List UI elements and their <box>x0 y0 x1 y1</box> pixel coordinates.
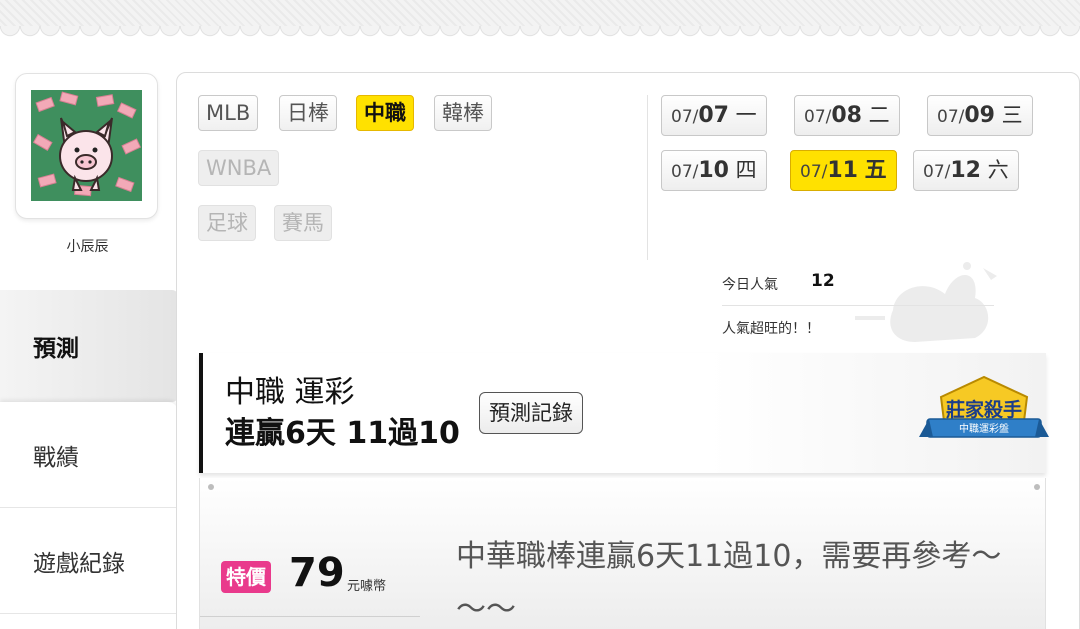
date-chip-0707[interactable]: 07/07 一 <box>661 95 767 136</box>
league-chip-wnba: WNBA <box>198 150 280 186</box>
date-chip-0711[interactable]: 07/11 五 <box>790 150 897 191</box>
price-divider <box>200 616 420 617</box>
league-chip-soccer: 足球 <box>198 205 256 241</box>
scalloped-edge <box>0 26 1080 40</box>
league-chip-npb[interactable]: 日棒 <box>279 95 337 131</box>
streak-title: 連贏6天 11過10 <box>225 416 460 451</box>
league-chip-mlb[interactable]: MLB <box>198 95 259 131</box>
prediction-record-button[interactable]: 預測記錄 <box>479 392 583 434</box>
league-chip-cpbl[interactable]: 中職 <box>356 95 414 131</box>
pig-avatar-icon <box>31 90 142 201</box>
popularity-label: 今日人氣 <box>722 277 778 293</box>
filter-divider <box>647 95 648 260</box>
sidebar-item-game-history[interactable]: 遊戲紀錄 <box>0 508 178 614</box>
league-chip-kbo[interactable]: 韓棒 <box>434 95 492 131</box>
decorative-splash-icon <box>855 262 997 342</box>
league-chip-horse-racing: 賽馬 <box>274 205 332 241</box>
date-chip-0708[interactable]: 07/08 二 <box>794 95 900 136</box>
date-chip-0709[interactable]: 07/09 三 <box>927 95 1033 136</box>
popularity-divider <box>722 305 994 306</box>
date-chip-0710[interactable]: 07/10 四 <box>661 150 767 191</box>
username: 小辰辰 <box>66 239 109 255</box>
pin-dot-right <box>1034 484 1040 490</box>
badge-main-text: 莊家殺手 <box>946 398 1022 421</box>
badge-sub-text: 中職運彩盤 <box>959 422 1009 435</box>
offer-panel: 特價 79 元噱幣 中華職棒連贏6天11過10，需要再參考～～～ <box>199 478 1046 629</box>
bookie-killer-badge-icon: 莊家殺手 中職運彩盤 <box>919 375 1049 438</box>
offer-description[interactable]: 中華職棒連贏6天11過10，需要再參考～～～ <box>456 530 1026 629</box>
special-price-tag: 特價 <box>221 561 271 593</box>
sidebar-item-record[interactable]: 戰績 <box>0 402 178 508</box>
sidebar-item-prediction[interactable]: 預測 <box>0 290 178 402</box>
avatar <box>31 90 142 201</box>
date-chip-0712[interactable]: 07/12 六 <box>913 150 1019 191</box>
league-title: 中職 運彩 <box>225 375 355 410</box>
avatar-card[interactable] <box>15 73 158 219</box>
popularity-count: 12 <box>811 271 835 291</box>
sidebar-nav: 預測 戰績 遊戲紀錄 <box>0 290 178 614</box>
prediction-title-block: 中職 運彩 連贏6天 11過10 預測記錄 莊家殺手 中職運彩盤 <box>199 353 1049 473</box>
price-unit: 元噱幣 <box>347 579 387 594</box>
pin-dot-left <box>208 484 214 490</box>
price-value: 79 <box>289 550 345 596</box>
popularity-note: 人氣超旺的！！ <box>722 321 820 337</box>
